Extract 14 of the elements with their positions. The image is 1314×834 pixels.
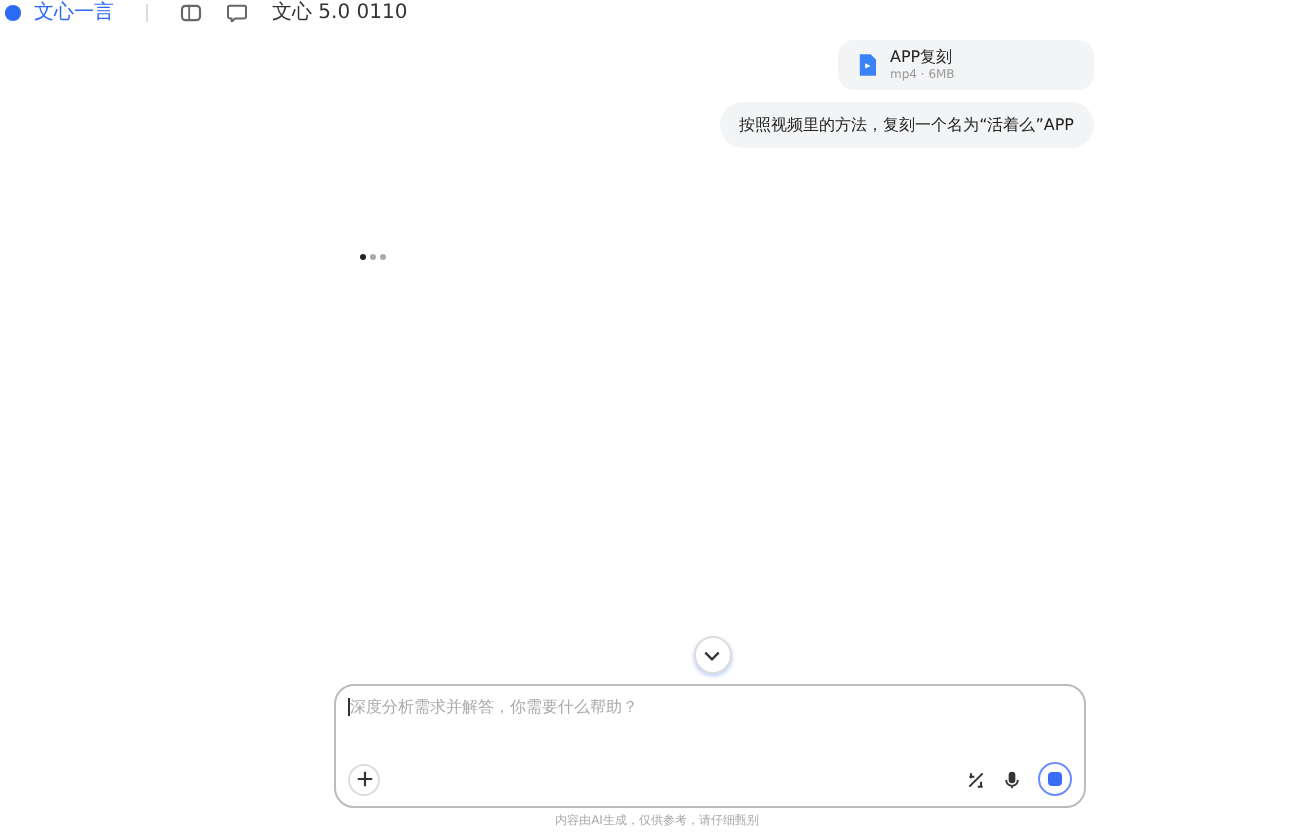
- slash-icon[interactable]: [966, 769, 986, 789]
- app-name: 文心一言: [34, 0, 114, 26]
- add-button[interactable]: [348, 763, 380, 795]
- model-selector[interactable]: 文心 5.0 0110: [272, 0, 408, 26]
- file-icon: [858, 54, 876, 76]
- sidebar-icon[interactable]: [180, 3, 202, 21]
- microphone-icon[interactable]: [1002, 769, 1022, 789]
- stop-button[interactable]: [1038, 762, 1072, 796]
- logo-icon: [4, 3, 22, 21]
- scroll-down-button[interactable]: [693, 636, 731, 674]
- plus-icon: [355, 770, 373, 788]
- file-name: APP复刻: [890, 47, 955, 67]
- user-message: 按照视频里的方法，复刻一个名为“活着么”APP: [719, 102, 1094, 148]
- chat-icon[interactable]: [226, 3, 248, 21]
